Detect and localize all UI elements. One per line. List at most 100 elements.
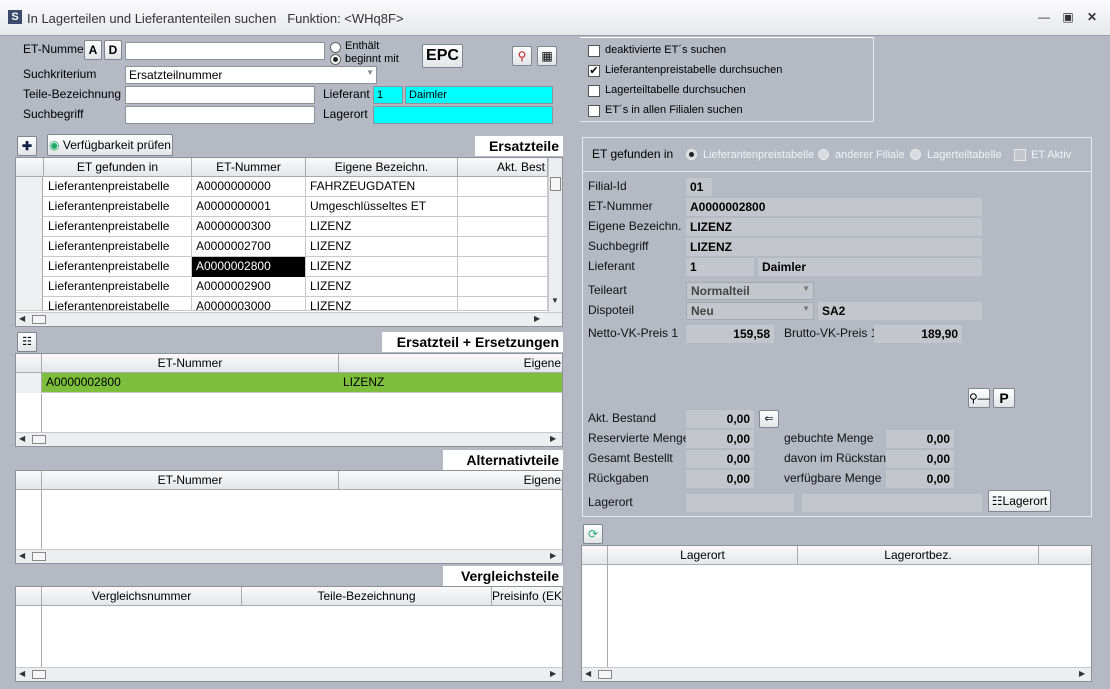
col-teile-bezeichnung[interactable]: Teile-Bezeichnung bbox=[242, 587, 492, 606]
scroll-right-icon[interactable]: ▶ bbox=[534, 314, 540, 323]
horizontal-scrollbar[interactable]: ◀ ▶ bbox=[16, 312, 562, 326]
window-title: In Lagerteilen und Lieferantenteilen suc… bbox=[27, 11, 404, 26]
scroll-right-icon[interactable]: ▶ bbox=[550, 551, 556, 560]
radio-filiale-label: anderer Filiale bbox=[835, 149, 905, 161]
col-et-nummer[interactable]: ET-Nummer bbox=[192, 158, 306, 177]
et-aktiv-label: ET Aktiv bbox=[1031, 149, 1072, 161]
lagerort-label: Lagerort bbox=[323, 107, 368, 121]
netto-value: 159,58 bbox=[686, 325, 774, 343]
scroll-left-icon[interactable]: ◀ bbox=[19, 314, 25, 323]
horizontal-scrollbar[interactable]: ◀ ▶ bbox=[16, 667, 562, 681]
lagerort-input[interactable] bbox=[373, 106, 553, 124]
lagerort-bez-value bbox=[802, 494, 982, 512]
selected-cell[interactable]: A0000002800 bbox=[192, 257, 306, 277]
et-nummer-label: ET-Nummer bbox=[23, 42, 88, 56]
chevron-down-icon: ▼ bbox=[802, 284, 810, 293]
lagerteil-checkbox[interactable] bbox=[588, 85, 600, 97]
search-clear-icon[interactable]: ⚲ bbox=[512, 46, 532, 66]
horizontal-scrollbar[interactable]: ◀ ▶ bbox=[582, 667, 1091, 681]
ersatzteile-title: Ersatzteile bbox=[475, 136, 563, 156]
horizontal-scrollbar[interactable]: ◀ ▶ bbox=[16, 432, 562, 446]
close-icon[interactable]: ✕ bbox=[1084, 10, 1100, 24]
verfuegbar-label: verfügbare Menge bbox=[784, 471, 882, 485]
col-et-gefunden[interactable]: ET gefunden in bbox=[44, 158, 192, 177]
rueckstand-label: davon im Rückstand bbox=[784, 451, 893, 465]
lagerort-button[interactable]: ☷Lagerort bbox=[988, 490, 1051, 512]
lieferant-name-field[interactable]: Daimler bbox=[405, 86, 553, 104]
table-row-selected[interactable]: Lieferantenpreistabelle A0000002800 LIZE… bbox=[16, 257, 548, 277]
radio-lager-label: Lagerteiltabelle bbox=[927, 149, 1002, 161]
window-function: Funktion: <WHq8F> bbox=[287, 11, 404, 26]
eigene-bez-label: Eigene Bezeichn. bbox=[588, 219, 682, 233]
deaktivierte-checkbox[interactable] bbox=[588, 45, 600, 57]
epc-button[interactable]: EPC bbox=[422, 44, 463, 68]
scroll-thumb[interactable] bbox=[32, 552, 46, 561]
suchkriterium-select[interactable]: Ersatzteilnummer ▼ bbox=[125, 66, 377, 84]
lieferantenpreis-checkbox[interactable]: ✔ bbox=[588, 65, 600, 77]
verfuegbarkeit-button[interactable]: ◉ Verfügbarkeit prüfen bbox=[47, 134, 173, 156]
col-eigene[interactable]: Eigene bbox=[339, 471, 562, 490]
scroll-right-icon[interactable]: ▶ bbox=[550, 434, 556, 443]
lieferant-detail-label: Lieferant bbox=[588, 259, 635, 273]
table-row[interactable]: Lieferantenpreistabelle A0000000300 LIZE… bbox=[16, 217, 548, 237]
p-button[interactable]: P bbox=[993, 388, 1015, 408]
lieferant-nr-field[interactable]: 1 bbox=[373, 86, 403, 104]
bestand-label: Akt. Bestand bbox=[588, 411, 657, 425]
col-vergleichsnummer[interactable]: Vergleichsnummer bbox=[42, 587, 242, 606]
beginnt-mit-radio[interactable] bbox=[330, 54, 341, 65]
table-row[interactable]: Lieferantenpreistabelle A0000002900 LIZE… bbox=[16, 277, 548, 297]
scroll-thumb[interactable] bbox=[550, 177, 561, 191]
col-eigene[interactable]: Eigene bbox=[339, 354, 562, 373]
app-logo-icon: S bbox=[8, 10, 22, 24]
filialen-checkbox[interactable] bbox=[588, 105, 600, 117]
scroll-thumb[interactable] bbox=[32, 670, 46, 679]
title-bar: S In Lagerteilen und Lieferantenteilen s… bbox=[0, 0, 1110, 36]
table-row[interactable]: Lieferantenpreistabelle A0000000000 FAHR… bbox=[16, 177, 548, 197]
maximize-icon[interactable]: ▣ bbox=[1060, 10, 1076, 24]
tree-icon[interactable]: ☷ bbox=[17, 332, 37, 352]
scroll-thumb[interactable] bbox=[32, 435, 46, 444]
d-button[interactable]: D bbox=[104, 40, 122, 60]
scroll-right-icon[interactable]: ▶ bbox=[550, 669, 556, 678]
horizontal-scrollbar[interactable]: ◀ ▶ bbox=[16, 549, 562, 563]
col-et-nummer[interactable]: ET-Nummer bbox=[42, 354, 339, 373]
vertical-scrollbar[interactable]: ▼ bbox=[548, 158, 562, 312]
radio-lieferantenpreistabelle bbox=[686, 149, 697, 160]
et-aktiv-checkbox bbox=[1014, 149, 1026, 161]
et-nummer-input[interactable] bbox=[125, 42, 325, 60]
teile-bezeichnung-input[interactable] bbox=[125, 86, 315, 104]
col-et-nummer[interactable]: ET-Nummer bbox=[42, 471, 339, 490]
col-eigene-bez[interactable]: Eigene Bezeichn. bbox=[306, 158, 458, 177]
suchbegriff-input[interactable] bbox=[125, 106, 315, 124]
scroll-left-icon[interactable]: ◀ bbox=[19, 551, 25, 560]
refresh-icon[interactable]: ⟳ bbox=[583, 524, 603, 544]
bestand-details-icon[interactable]: ⇐ bbox=[759, 410, 779, 428]
col-akt-bestand[interactable]: Akt. Best bbox=[458, 158, 548, 177]
calculator-icon[interactable]: ▦ bbox=[537, 46, 557, 66]
row-selector-header bbox=[16, 158, 44, 177]
scroll-down-icon[interactable]: ▼ bbox=[551, 296, 559, 305]
table-row[interactable]: Lieferantenpreistabelle A0000000001 Umge… bbox=[16, 197, 548, 217]
scroll-left-icon[interactable]: ◀ bbox=[19, 669, 25, 678]
minimize-icon[interactable]: — bbox=[1036, 10, 1052, 24]
chevron-down-icon: ▼ bbox=[366, 68, 374, 77]
netto-label: Netto-VK-Preis 1 bbox=[588, 326, 679, 340]
col-preisinfo[interactable]: Preisinfo (EK bbox=[492, 587, 562, 606]
scroll-left-icon[interactable]: ◀ bbox=[585, 669, 591, 678]
enthaelt-radio[interactable] bbox=[330, 42, 341, 53]
verfuegbar-value: 0,00 bbox=[886, 470, 954, 488]
scroll-thumb[interactable] bbox=[32, 315, 46, 324]
table-row[interactable]: Lieferantenpreistabelle A0000002700 LIZE… bbox=[16, 237, 548, 257]
add-icon[interactable]: ✚ bbox=[17, 136, 37, 156]
key-icon[interactable]: ⚲— bbox=[968, 388, 990, 408]
col-lagerort[interactable]: Lagerort bbox=[608, 546, 798, 565]
table-row-selected[interactable]: A0000002800 LIZENZ bbox=[16, 373, 562, 393]
scroll-left-icon[interactable]: ◀ bbox=[19, 434, 25, 443]
a-button[interactable]: A bbox=[84, 40, 102, 60]
scroll-right-icon[interactable]: ▶ bbox=[1079, 669, 1085, 678]
tree-icon: ☷ bbox=[991, 494, 1003, 508]
brutto-value: 189,90 bbox=[874, 325, 962, 343]
scroll-thumb[interactable] bbox=[598, 670, 612, 679]
col-lagerortbez[interactable]: Lagerortbez. bbox=[798, 546, 1039, 565]
table-row[interactable]: Lieferantenpreistabelle A0000003000 LIZE… bbox=[16, 297, 548, 311]
